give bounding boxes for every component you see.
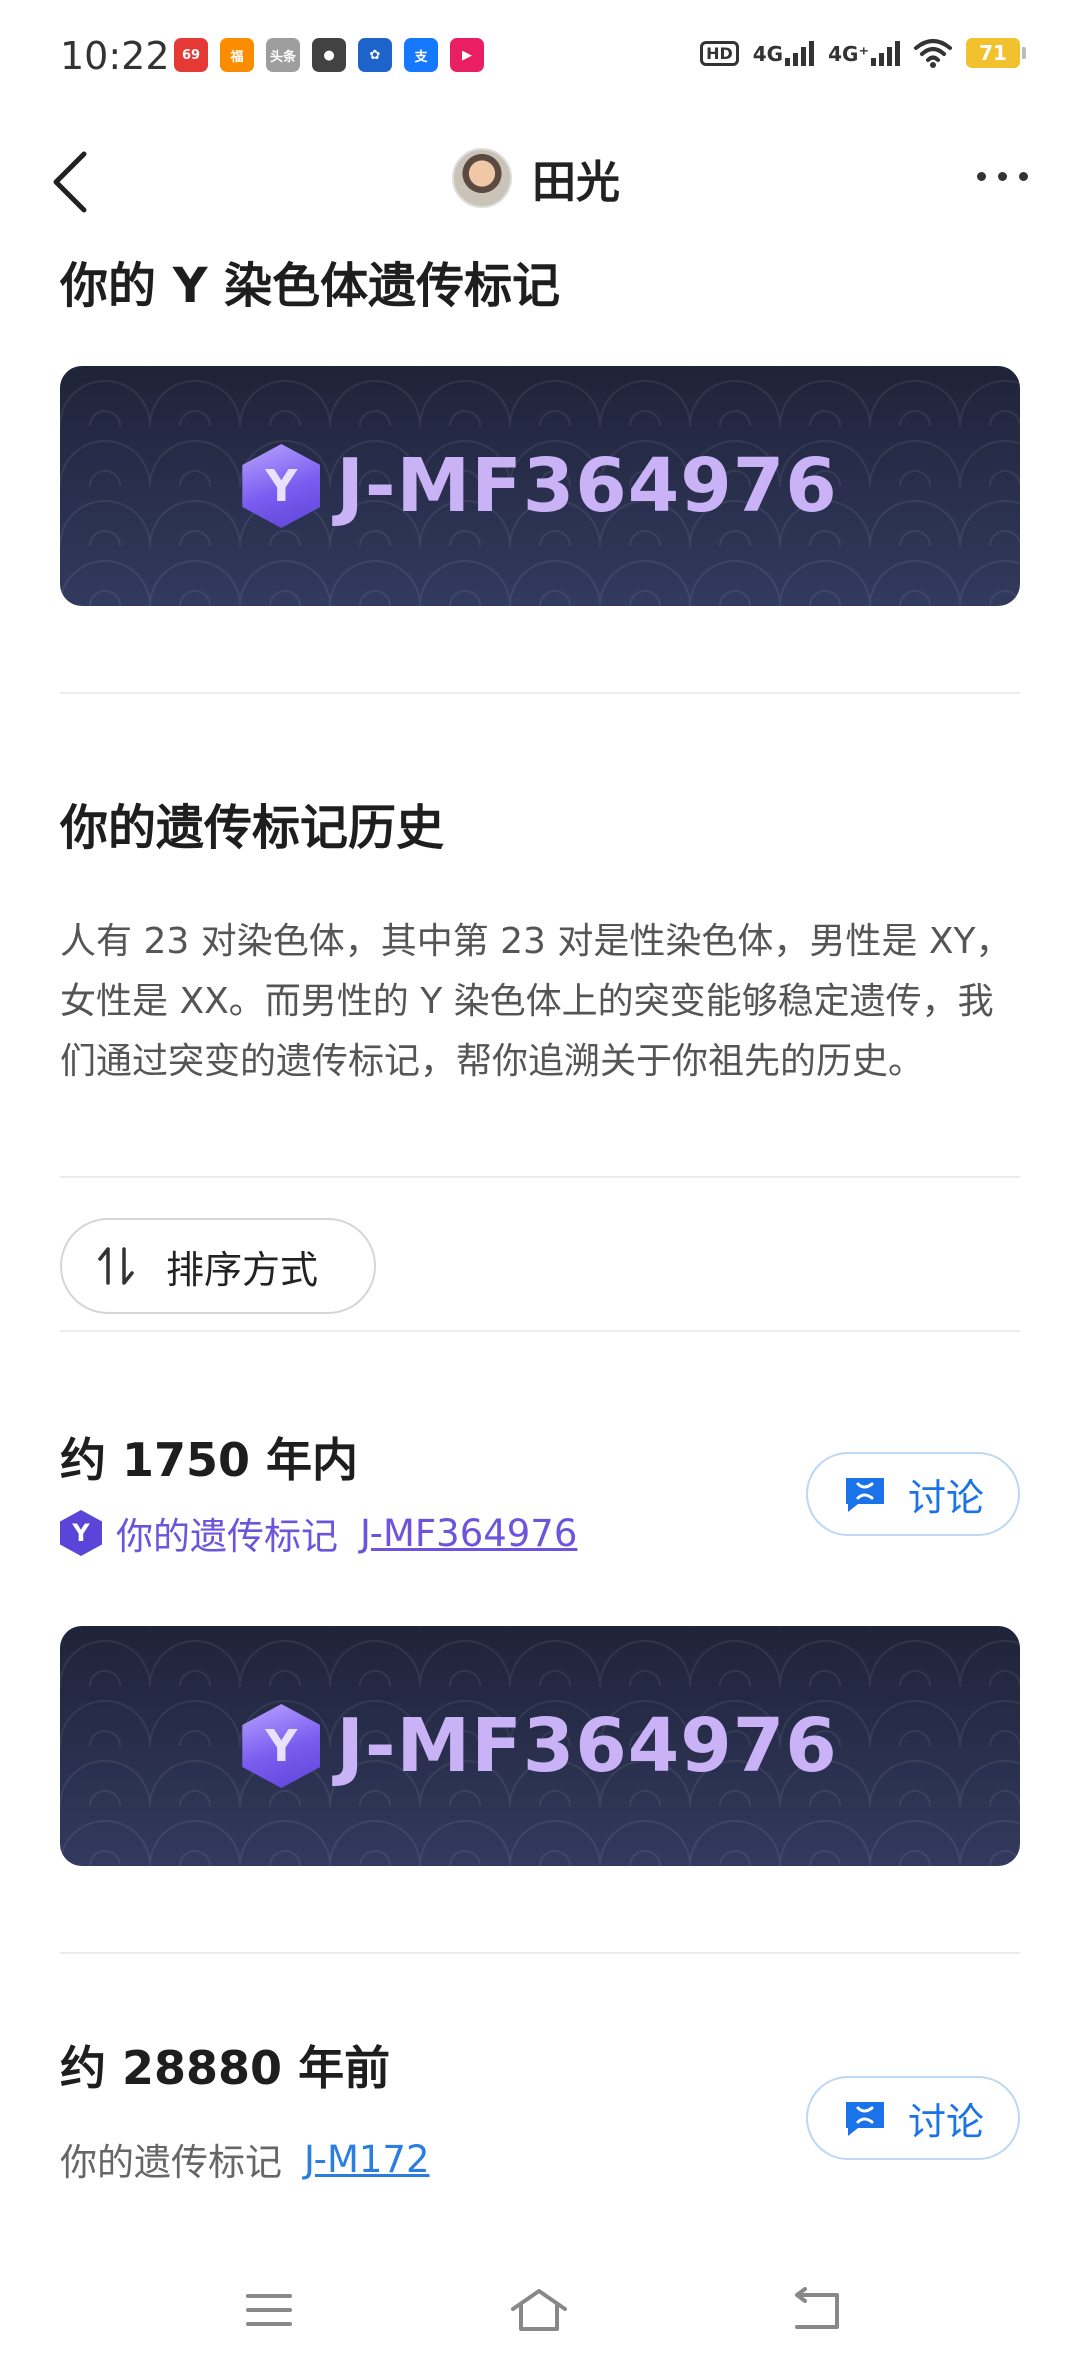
status-indicators: HD 4G 4G⁺ 71 [700,38,1026,68]
app-icon-3: 头条 [266,38,300,72]
entry-marker-card: Y J-MF364976 [60,1626,1020,1866]
divider [60,1952,1020,1954]
history-description: 人有 23 对染色体，其中第 23 对是性染色体，男性是 XY，女性是 XX。而… [60,921,1012,1082]
status-bar: 10:22 69 福头条 ● ✿ 支 ▶ HD 4G 4G⁺ 71 [0,0,1080,115]
divider [60,692,1020,694]
discuss-button[interactable]: 讨论 [806,1452,1020,1536]
divider [60,1330,1020,1332]
app-icon-6: 支 [404,38,438,72]
more-dot [1019,172,1028,181]
sort-button[interactable]: 排序方式 [60,1218,376,1314]
signal-1: 4G [752,40,815,66]
y-marker-title: 你的 Y 染色体遗传标记 [60,258,561,314]
signal-2: 4G⁺ [828,40,900,66]
top-app-bar: 田光 [0,130,1080,230]
profile-name: 田光 [532,157,620,208]
discuss-label: 讨论 [907,2099,984,2144]
history-title: 你的遗传标记历史 [60,800,445,856]
chevron-left-icon [53,151,87,213]
period-title: 约 28880 年前 [60,2041,391,2095]
more-dot [998,172,1007,181]
app-icon-4: ● [312,38,346,72]
y-marker-code: J-MF364976 [336,443,838,529]
more-dot [977,172,986,181]
profile-header[interactable]: 田光 [452,146,620,210]
y-hex-badge-icon: Y [242,1704,321,1788]
app-icon-1: 69 [174,38,208,72]
nav-menu-button[interactable] [234,2280,304,2340]
signal-bars-icon [785,40,815,66]
nav-back-button[interactable] [782,2280,852,2340]
app-icon-2: 福 [220,38,254,72]
discuss-button[interactable]: 讨论 [806,2076,1020,2160]
signal-2-label: 4G⁺ [828,42,869,66]
nav-home-button[interactable] [504,2280,574,2340]
discuss-icon [845,2102,884,2136]
hd-voice-icon: HD [700,40,739,66]
y-hex-small-icon: Y [60,1510,102,1556]
back-arrow-icon [795,2287,839,2329]
marker-link[interactable]: J-MF364976 [360,1512,577,1555]
period-title: 约 1750 年内 [60,1433,359,1487]
app-icon-7: ▶ [450,38,484,72]
avatar[interactable] [452,148,512,208]
app-icon-5: ✿ [358,38,392,72]
more-options-button[interactable] [977,172,1028,181]
wifi-icon [914,39,952,68]
signal-bars-icon [871,40,900,66]
back-button[interactable] [50,142,110,222]
menu-icon [246,2294,292,2326]
marker-line: Y 你的遗传标记 J-MF364976 [60,1506,577,1560]
y-hex-badge-icon: Y [242,444,321,528]
marker-label: 你的遗传标记 [60,2141,282,2184]
marker-link[interactable]: J-M172 [304,2138,430,2181]
marker-line: 你的遗传标记 J-M172 [60,2132,430,2186]
status-time: 10:22 [60,34,170,78]
signal-1-label: 4G [752,42,784,66]
divider [60,1176,1020,1178]
status-app-icons: 69 福头条 ● ✿ 支 ▶ [174,38,484,72]
marker-label: 你的遗传标记 [116,1515,338,1558]
home-icon [511,2289,567,2331]
sort-icon [98,1247,134,1285]
sort-label: 排序方式 [166,1247,319,1292]
discuss-label: 讨论 [907,1475,984,1520]
entry-marker-code: J-MF364976 [336,1703,838,1789]
battery-icon: 71 [966,38,1026,68]
discuss-icon [845,1478,884,1512]
y-marker-card: Y J-MF364976 [60,366,1020,606]
system-nav-bar [0,2240,1080,2376]
